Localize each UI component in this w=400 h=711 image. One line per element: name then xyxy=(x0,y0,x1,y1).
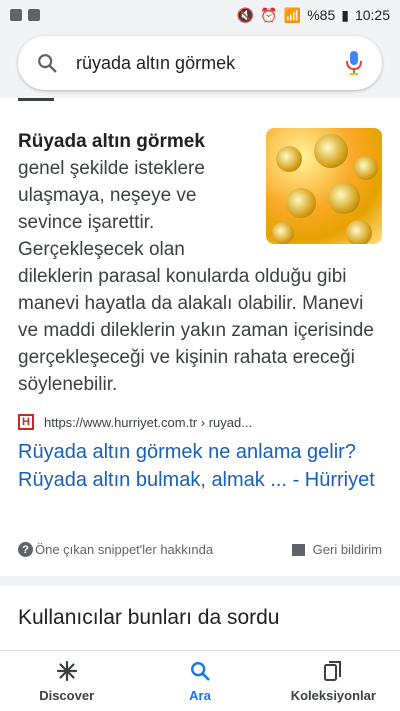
snippet-text: Rüyada altın görmek genel şekilde istekl… xyxy=(18,128,382,398)
feedback-link[interactable]: Geri bildirim xyxy=(313,542,382,557)
notification-icon xyxy=(10,9,22,21)
bottom-nav: Discover Ara Koleksiyonlar xyxy=(0,650,400,711)
hurriyet-favicon: H xyxy=(18,414,34,430)
result-title[interactable]: Rüyada altın görmek ne anlama gelir? Rüy… xyxy=(18,438,382,494)
mute-icon: 🔇 xyxy=(236,6,255,23)
search-input[interactable] xyxy=(76,52,344,74)
nav-collections[interactable]: Koleksiyonlar xyxy=(267,651,400,711)
featured-snippet-card: Rüyada altın görmek genel şekilde istekl… xyxy=(0,98,400,576)
microphone-icon[interactable] xyxy=(344,50,364,76)
asterisk-icon xyxy=(56,660,77,681)
snippet-bold: Rüyada altın görmek xyxy=(18,131,205,152)
people-also-ask: Kullanıcılar bunları da sordu xyxy=(0,586,400,656)
status-right: 🔇 ⏰ 📶 %85 ▮ 10:25 xyxy=(237,7,390,24)
search-icon xyxy=(191,661,210,681)
nav-search-label: Ara xyxy=(189,687,211,703)
battery-icon: ▮ xyxy=(341,6,349,23)
search-icon[interactable] xyxy=(36,52,58,74)
status-left xyxy=(10,9,40,21)
help-icon[interactable]: ? xyxy=(18,542,33,557)
collections-icon xyxy=(324,660,342,681)
about-snippets-link[interactable]: Öne çıkan snippet'ler hakkında xyxy=(35,542,213,557)
status-bar: 🔇 ⏰ 📶 %85 ▮ 10:25 xyxy=(0,0,400,30)
nav-discover[interactable]: Discover xyxy=(0,651,133,711)
feedback-icon[interactable] xyxy=(291,543,305,556)
source-row[interactable]: H https://www.hurriyet.com.tr › ruyad... xyxy=(18,414,252,430)
wifi-icon: 📶 xyxy=(283,6,302,23)
gold-coins-image[interactable] xyxy=(266,128,382,244)
source-url[interactable]: https://www.hurriyet.com.tr › ruyad... xyxy=(44,415,252,430)
battery-percent: %85 xyxy=(307,7,336,23)
nav-collections-label: Koleksiyonlar xyxy=(290,687,376,703)
search-bar[interactable] xyxy=(18,36,382,90)
result-link[interactable]: Rüyada altın görmek ne anlama gelir? Rüy… xyxy=(18,441,375,491)
nav-search[interactable]: Ara xyxy=(133,651,266,711)
nav-discover-label: Discover xyxy=(39,687,95,703)
snippet-footer: ? Öne çıkan snippet'ler hakkında Geri bi… xyxy=(18,542,382,557)
tab-indicator xyxy=(18,98,54,101)
folder-icon xyxy=(28,9,40,21)
alarm-icon: ⏰ xyxy=(260,6,278,23)
clock: 10:25 xyxy=(354,7,390,23)
paa-title: Kullanıcılar bunları da sordu xyxy=(18,606,280,629)
